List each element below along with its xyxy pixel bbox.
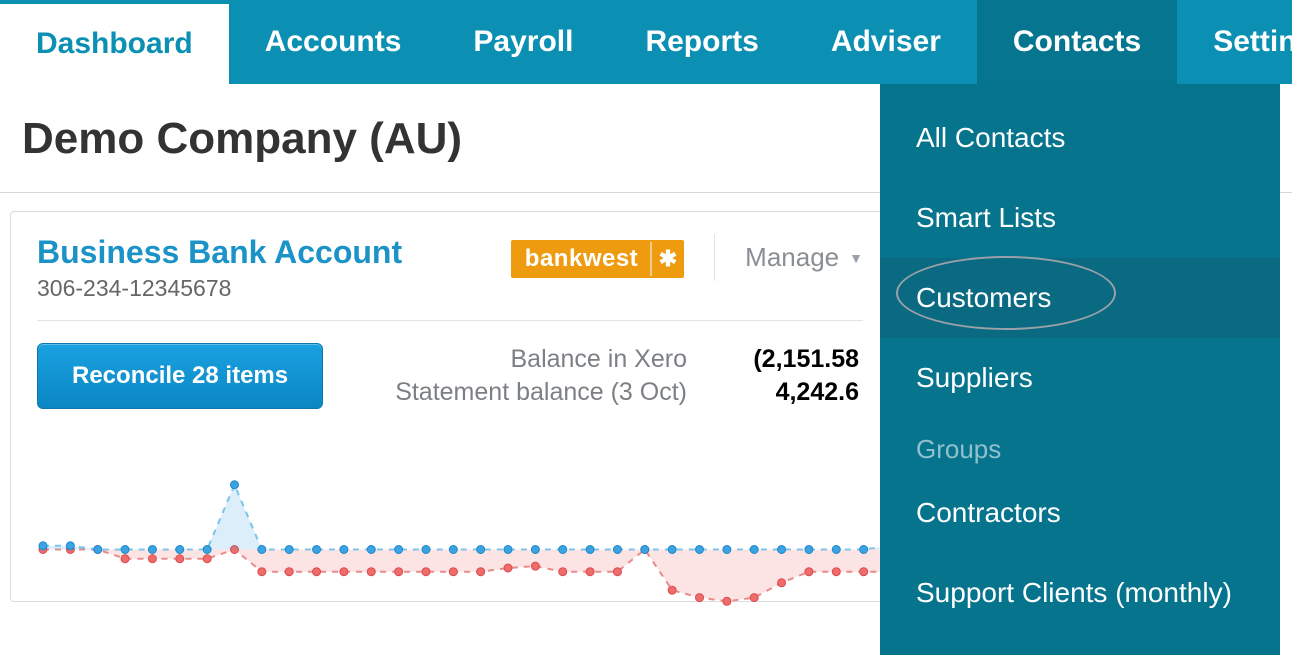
dropdown-item-suppliers[interactable]: Suppliers	[880, 338, 1280, 418]
balances-row: Reconcile 28 items Balance in Xero (2,15…	[37, 321, 863, 421]
nav-tab-settings[interactable]: Settings	[1177, 0, 1292, 84]
top-nav: Dashboard Accounts Payroll Reports Advis…	[0, 0, 1292, 84]
account-info: Business Bank Account 306-234-12345678	[37, 234, 511, 302]
balance-xero-value: (2,151.58	[719, 345, 859, 374]
manage-label: Manage	[745, 242, 839, 273]
nav-tab-adviser[interactable]: Adviser	[795, 0, 977, 84]
chevron-down-icon: ▼	[849, 250, 863, 266]
balance-statement-label: Statement balance (3 Oct)	[347, 378, 687, 407]
nav-tab-reports[interactable]: Reports	[609, 0, 794, 84]
account-number: 306-234-12345678	[37, 275, 511, 302]
balance-chart	[37, 421, 863, 601]
card-header: Business Bank Account 306-234-12345678 b…	[37, 234, 863, 321]
balance-statement-value: 4,242.6	[719, 378, 859, 407]
nav-tab-payroll[interactable]: Payroll	[437, 0, 609, 84]
balance-xero-label: Balance in Xero	[347, 345, 687, 374]
account-name-link[interactable]: Business Bank Account	[37, 234, 511, 271]
nav-tab-dashboard[interactable]: Dashboard	[0, 0, 229, 84]
manage-dropdown[interactable]: Manage ▼	[714, 234, 863, 281]
dropdown-item-contractors[interactable]: Contractors	[880, 473, 1280, 553]
bank-account-card: Business Bank Account 306-234-12345678 b…	[10, 211, 890, 602]
dropdown-item-smart-lists[interactable]: Smart Lists	[880, 178, 1280, 258]
dropdown-item-support-clients[interactable]: Support Clients (monthly)	[880, 553, 1280, 633]
bank-logo: bankwest ✱	[511, 240, 684, 278]
balance-row-statement: Statement balance (3 Oct) 4,242.6	[347, 376, 859, 409]
reconcile-button[interactable]: Reconcile 28 items	[37, 343, 323, 409]
dropdown-item-customers[interactable]: Customers	[880, 258, 1280, 338]
dropdown-item-label: Customers	[916, 282, 1051, 313]
balance-chart-svg	[37, 451, 897, 611]
main-column: Business Bank Account 306-234-12345678 b…	[0, 193, 900, 602]
bank-logo-text: bankwest	[525, 245, 638, 273]
dropdown-section-groups: Groups	[880, 418, 1280, 473]
balance-row-xero: Balance in Xero (2,151.58	[347, 343, 859, 376]
balance-block: Balance in Xero (2,151.58 Statement bala…	[347, 343, 863, 409]
nav-tab-accounts[interactable]: Accounts	[229, 0, 438, 84]
bank-logo-icon: ✱	[650, 242, 684, 276]
dropdown-item-all-contacts[interactable]: All Contacts	[880, 98, 1280, 178]
contacts-dropdown: All Contacts Smart Lists Customers Suppl…	[880, 84, 1280, 655]
nav-tab-contacts[interactable]: Contacts	[977, 0, 1177, 84]
